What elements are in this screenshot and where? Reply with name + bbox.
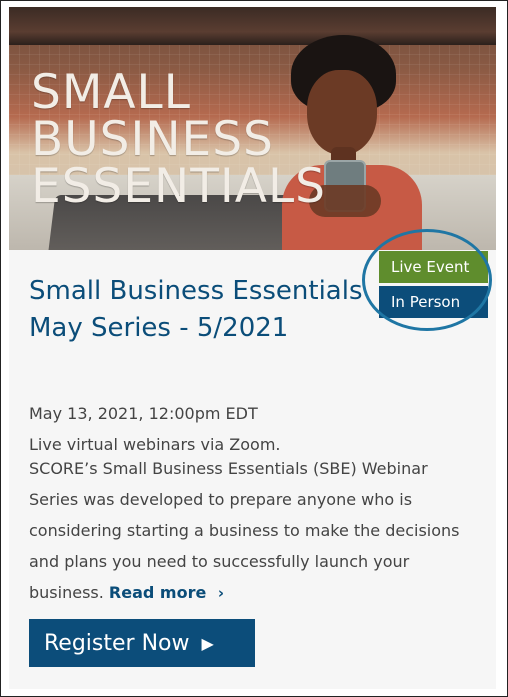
caret-right-icon: ▶	[201, 633, 214, 653]
event-card: SMALL BUSINESS ESSENTIALS Small Business…	[9, 7, 496, 689]
badge-highlight-circle	[362, 229, 492, 331]
hero-title: SMALL BUSINESS ESSENTIALS	[31, 69, 326, 210]
register-now-button[interactable]: Register Now ▶	[29, 619, 255, 667]
read-more-label: Read more	[108, 583, 207, 602]
event-description-text: SCORE’s Small Business Essentials (SBE) …	[29, 459, 460, 602]
event-datetime: May 13, 2021, 12:00pm EDT	[29, 404, 258, 423]
chevron-right-icon: ›	[217, 584, 225, 602]
event-title[interactable]: Small Business Essentials May Series - 5…	[29, 273, 379, 347]
hero-image: SMALL BUSINESS ESSENTIALS	[9, 7, 496, 250]
hero-title-line-3: ESSENTIALS	[31, 159, 326, 214]
event-meta: May 13, 2021, 12:00pm EDT Live virtual w…	[29, 398, 281, 460]
read-more-link[interactable]: Read more ›	[109, 583, 224, 602]
hero-title-line-2: BUSINESS	[31, 112, 274, 167]
outer-frame: SMALL BUSINESS ESSENTIALS Small Business…	[0, 0, 508, 697]
hero-title-line-1: SMALL	[31, 65, 191, 120]
register-now-label: Register Now	[44, 630, 190, 656]
event-description: SCORE’s Small Business Essentials (SBE) …	[29, 453, 479, 609]
